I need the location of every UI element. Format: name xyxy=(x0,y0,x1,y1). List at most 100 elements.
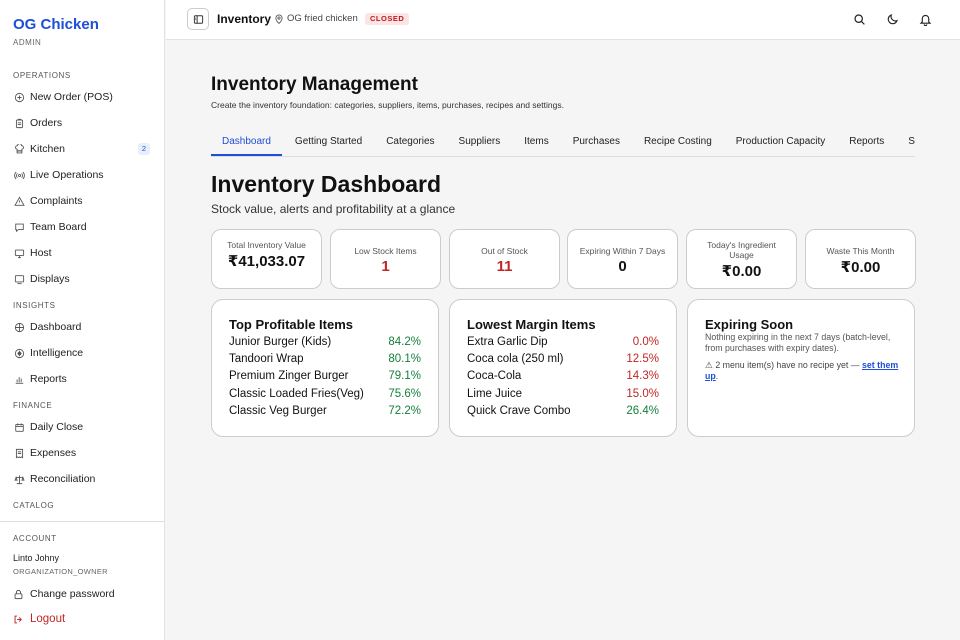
chef-hat-icon xyxy=(13,143,25,155)
list-item: Coca-Cola 14.3% xyxy=(467,368,659,385)
display-icon xyxy=(13,273,25,285)
lowest-margin-card: Lowest Margin Items Extra Garlic Dip 0.0%… xyxy=(449,299,677,437)
plus-circle-icon xyxy=(13,91,25,103)
stat-value: ₹0.00 xyxy=(840,259,881,276)
sidebar-item-reconciliation[interactable]: Reconciliation xyxy=(0,466,164,492)
sidebar-item-kitchen[interactable]: Kitchen 2 xyxy=(0,136,164,162)
count-badge: 2 xyxy=(138,143,150,155)
sidebar-item-label: Kitchen xyxy=(30,143,66,155)
nav-section-label: FINANCE xyxy=(13,401,53,410)
sidebar-item-label: Complaints xyxy=(30,195,83,207)
page-title: Inventory Management xyxy=(211,74,418,95)
brand-name[interactable]: OG Chicken xyxy=(13,16,99,33)
warning-triangle-icon xyxy=(13,195,25,207)
tab-reports[interactable]: Reports xyxy=(838,128,895,156)
sidebar-item-new-order-pos[interactable]: New Order (POS) xyxy=(0,84,164,110)
lock-icon xyxy=(13,588,25,600)
nav-section-label: CATALOG xyxy=(13,501,55,510)
sidebar-item-displays[interactable]: Displays xyxy=(0,266,164,292)
sidebar-item-expenses[interactable]: Expenses xyxy=(0,440,164,466)
search-button[interactable] xyxy=(852,12,866,26)
nav-section-label: INSIGHTS xyxy=(13,301,56,310)
tab-purchases[interactable]: Purchases xyxy=(562,128,631,156)
logout-button[interactable]: Logout xyxy=(13,613,65,625)
expiring-soon-card: Expiring Soon Nothing expiring in the ne… xyxy=(687,299,915,437)
tab-categories[interactable]: Categories xyxy=(375,128,445,156)
tab-getting-started[interactable]: Getting Started xyxy=(284,128,373,156)
tab-dashboard[interactable]: Dashboard xyxy=(211,128,282,156)
clipboard-icon xyxy=(13,117,25,129)
lowest-margin-list: Extra Garlic Dip 0.0% Coca cola (250 ml) 12… xyxy=(467,333,659,420)
sidebar-item-complaints[interactable]: Complaints xyxy=(0,188,164,214)
list-item: Quick Crave Combo 26.4% xyxy=(467,403,659,420)
item-margin: 84.2% xyxy=(388,335,421,348)
item-margin: 26.4% xyxy=(626,405,659,418)
list-item: Tandoori Wrap 80.1% xyxy=(229,350,421,367)
stat-label: Today's Ingredient Usage xyxy=(707,240,776,260)
sidebar-item-label: New Order (POS) xyxy=(30,91,113,103)
sidebar-item-label: Host xyxy=(30,247,52,259)
item-name: Classic Veg Burger xyxy=(229,405,327,418)
sidebar-item-intelligence[interactable]: Intelligence xyxy=(0,340,164,366)
item-name: Lime Juice xyxy=(467,387,522,400)
item-name: Coca cola (250 ml) xyxy=(467,353,564,366)
tab-suppliers[interactable]: Suppliers xyxy=(448,128,512,156)
change-password-button[interactable]: Change password xyxy=(13,588,115,600)
stat-card: Out of Stock 11 xyxy=(449,229,560,289)
sidebar-item-live-operations[interactable]: Live Operations xyxy=(0,162,164,188)
stat-card: Expiring Within 7 Days 0 xyxy=(567,229,678,289)
stat-value: 11 xyxy=(496,258,513,275)
calendar-icon xyxy=(13,421,25,433)
item-margin: 80.1% xyxy=(388,353,421,366)
status-badge: CLOSED xyxy=(365,13,410,25)
item-name: Junior Burger (Kids) xyxy=(229,335,332,348)
item-name: Extra Garlic Dip xyxy=(467,335,548,348)
tab-items[interactable]: Items xyxy=(513,128,559,156)
location-name: OG fried chicken xyxy=(287,13,358,24)
recipe-warning-text: ⚠ 2 menu item(s) have no recipe yet — xyxy=(705,360,863,370)
stat-value: 1 xyxy=(381,258,390,275)
scale-icon xyxy=(13,473,25,485)
item-name: Quick Crave Combo xyxy=(467,405,571,418)
sidebar-item-daily-close[interactable]: Daily Close xyxy=(0,414,164,440)
sidebar-item-label: Daily Close xyxy=(30,421,84,433)
stat-value: 0 xyxy=(618,258,627,275)
change-password-label: Change password xyxy=(30,588,115,600)
top-profitable-card: Top Profitable Items Junior Burger (Kids… xyxy=(211,299,439,437)
brain-icon xyxy=(13,347,25,359)
stat-card: Low Stock Items 1 xyxy=(330,229,441,289)
notifications-button[interactable] xyxy=(918,12,932,26)
sidebar-item-label: Displays xyxy=(30,273,70,285)
stat-card: Waste This Month ₹0.00 xyxy=(805,229,916,289)
item-margin: 79.1% xyxy=(388,370,421,383)
sidebar-item-label: Orders xyxy=(30,117,63,129)
sidebar-item-orders[interactable]: Orders xyxy=(0,110,164,136)
stat-label: Waste This Month xyxy=(826,246,895,256)
sidebar-item-label: Reconciliation xyxy=(30,473,96,485)
sidebar-item-label: Live Operations xyxy=(30,169,104,181)
item-margin: 14.3% xyxy=(626,370,659,383)
topbar-title: Inventory xyxy=(217,12,272,26)
sidebar-item-reports[interactable]: Reports xyxy=(0,366,164,392)
sidebar-item-label: Expenses xyxy=(30,447,77,459)
tab-settings[interactable]: Settings xyxy=(897,128,915,156)
sidebar-toggle-button[interactable] xyxy=(187,8,209,30)
sidebar-item-host[interactable]: Host xyxy=(0,240,164,266)
card-title: Lowest Margin Items xyxy=(467,317,596,332)
sidebar-item-dashboard[interactable]: Dashboard xyxy=(0,314,164,340)
sidebar: OG Chicken ADMIN OPERATIONS New Order (PO… xyxy=(0,0,165,640)
list-item: Premium Zinger Burger 79.1% xyxy=(229,368,421,385)
monitor-icon xyxy=(13,247,25,259)
location-indicator[interactable]: OG fried chicken xyxy=(274,13,358,24)
sidebar-item-label: Team Board xyxy=(30,221,87,233)
sidebar-item-label: Reports xyxy=(30,373,67,385)
tab-recipe-costing[interactable]: Recipe Costing xyxy=(633,128,723,156)
theme-toggle-button[interactable] xyxy=(885,12,899,26)
tab-production-capacity[interactable]: Production Capacity xyxy=(725,128,837,156)
item-margin: 72.2% xyxy=(388,405,421,418)
sidebar-item-team-board[interactable]: Team Board xyxy=(0,214,164,240)
stat-card: Today's Ingredient Usage ₹0.00 xyxy=(686,229,797,289)
list-item: Classic Veg Burger 72.2% xyxy=(229,403,421,420)
card-title: Top Profitable Items xyxy=(229,317,353,332)
account-name: Linto Johny xyxy=(13,553,60,563)
